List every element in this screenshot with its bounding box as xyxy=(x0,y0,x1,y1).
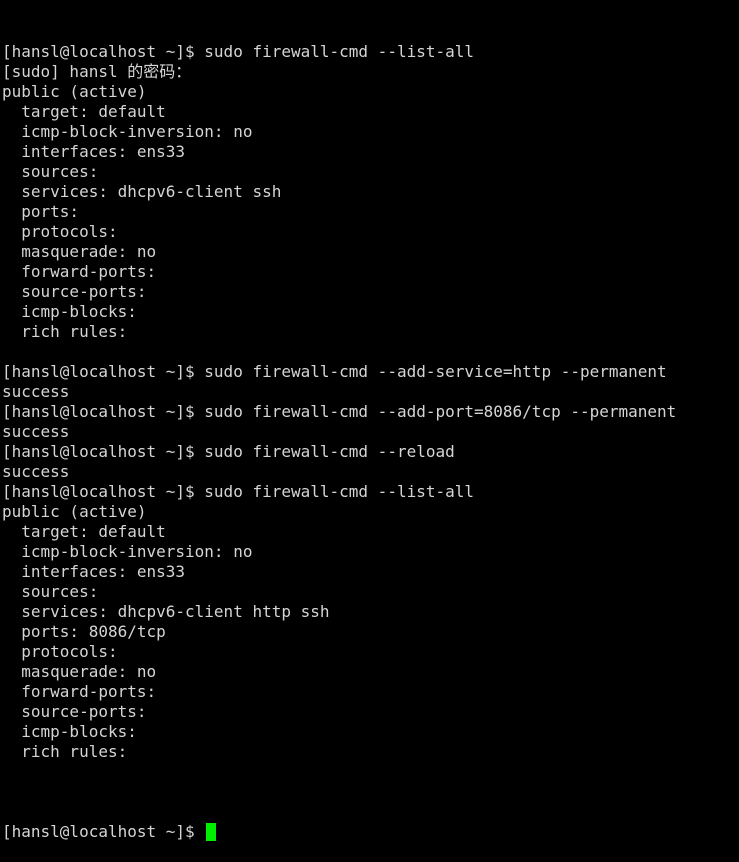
block-cursor-icon xyxy=(206,823,217,841)
shell-prompt: [hansl@localhost ~]$ xyxy=(2,822,205,841)
terminal-line: forward-ports: xyxy=(2,682,157,701)
terminal-line: [hansl@localhost ~]$ sudo firewall-cmd -… xyxy=(2,362,667,381)
terminal-line: interfaces: ens33 xyxy=(2,142,186,161)
terminal-line: interfaces: ens33 xyxy=(2,562,186,581)
terminal-line: public (active) xyxy=(2,82,147,101)
terminal-line: [hansl@localhost ~]$ sudo firewall-cmd -… xyxy=(2,42,475,61)
terminal-line: sources: xyxy=(2,582,99,601)
terminal-line: target: default xyxy=(2,102,166,121)
terminal-line: services: dhcpv6-client http ssh xyxy=(2,602,330,621)
terminal-line: rich rules: xyxy=(2,742,128,761)
terminal-line: icmp-block-inversion: no xyxy=(2,542,253,561)
terminal-line: masquerade: no xyxy=(2,662,157,681)
terminal-line: source-ports: xyxy=(2,282,147,301)
terminal-line: [hansl@localhost ~]$ sudo firewall-cmd -… xyxy=(2,482,475,501)
terminal-line: sources: xyxy=(2,162,99,181)
terminal-line: ports: 8086/tcp xyxy=(2,622,166,641)
terminal-line: source-ports: xyxy=(2,702,147,721)
terminal-line: [sudo] hansl 的密码： xyxy=(2,62,192,81)
terminal-line: public (active) xyxy=(2,502,147,521)
terminal-line: [hansl@localhost ~]$ sudo firewall-cmd -… xyxy=(2,402,677,421)
terminal-line: protocols: xyxy=(2,642,118,661)
terminal-line: [hansl@localhost ~]$ sudo firewall-cmd -… xyxy=(2,442,455,461)
terminal-scrollback: [hansl@localhost ~]$ sudo firewall-cmd -… xyxy=(2,42,739,782)
terminal-line: success xyxy=(2,422,70,441)
terminal-line: icmp-blocks: xyxy=(2,722,137,741)
terminal-line: success xyxy=(2,462,70,481)
terminal-line: ports: xyxy=(2,202,80,221)
terminal-window[interactable]: [hansl@localhost ~]$ sudo firewall-cmd -… xyxy=(0,0,739,841)
terminal-line: protocols: xyxy=(2,222,118,241)
terminal-active-prompt-line[interactable]: [hansl@localhost ~]$ xyxy=(2,822,739,842)
terminal-line: icmp-block-inversion: no xyxy=(2,122,253,141)
terminal-line: success xyxy=(2,382,70,401)
terminal-line: services: dhcpv6-client ssh xyxy=(2,182,282,201)
terminal-line: target: default xyxy=(2,522,166,541)
terminal-line: icmp-blocks: xyxy=(2,302,137,321)
terminal-line: forward-ports: xyxy=(2,262,157,281)
terminal-line: rich rules: xyxy=(2,322,128,341)
terminal-line: masquerade: no xyxy=(2,242,157,261)
